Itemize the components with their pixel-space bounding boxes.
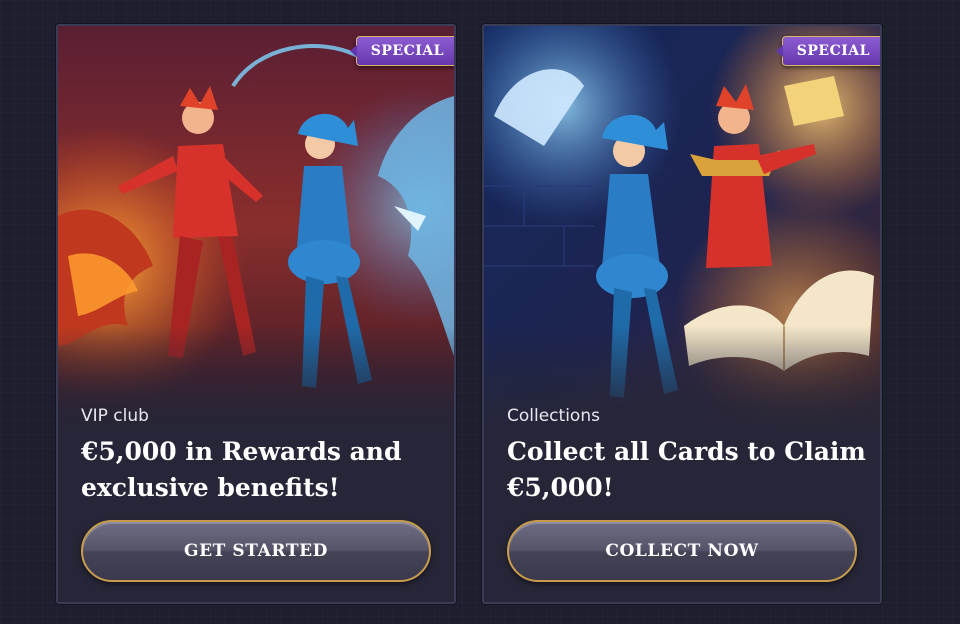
get-started-button[interactable]: GET STARTED	[81, 520, 431, 582]
promo-card-vip-club[interactable]: SPECIAL VIP club €5,000 in Rewards and e…	[56, 24, 456, 604]
special-badge: SPECIAL	[775, 36, 880, 66]
promo-card-collections[interactable]: SPECIAL Collections Collect all Cards to…	[482, 24, 882, 604]
artwork-fade	[58, 326, 454, 446]
card-headline: Collect all Cards to Claim €5,000!	[507, 437, 866, 502]
special-badge: SPECIAL	[349, 36, 454, 66]
card-category: Collections	[507, 406, 600, 426]
artwork-fade	[484, 326, 880, 446]
collect-now-button[interactable]: COLLECT NOW	[507, 520, 857, 582]
card-category: VIP club	[81, 406, 149, 426]
card-headline: €5,000 in Rewards and exclusive benefits…	[81, 437, 402, 502]
